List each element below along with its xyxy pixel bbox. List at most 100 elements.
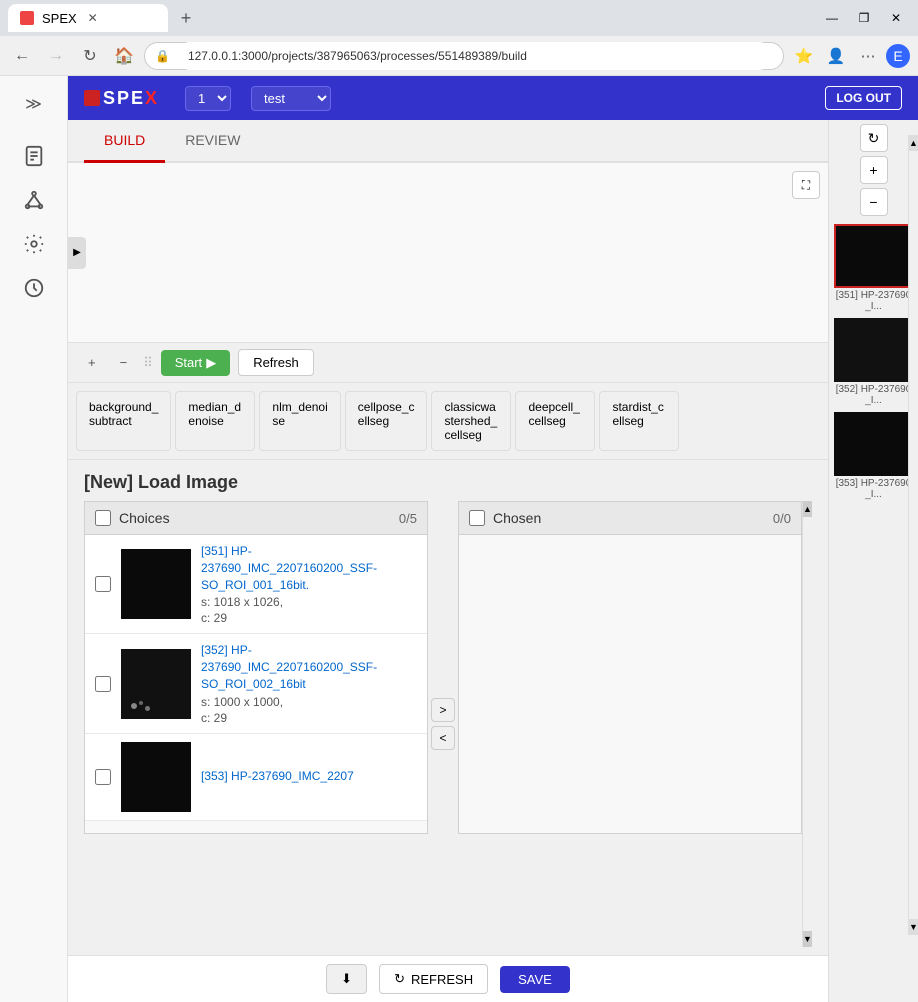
- item-info: [353] HP-237690_IMC_2207: [201, 768, 417, 785]
- content-inner: BUILD REVIEW ▶ ⛶ + − ⠿: [68, 120, 828, 1002]
- forward-button[interactable]: →: [42, 42, 70, 70]
- back-button[interactable]: ←: [8, 42, 36, 70]
- move-right-button[interactable]: >: [431, 698, 455, 722]
- node-item[interactable]: background_subtract: [76, 391, 171, 451]
- node-item[interactable]: classicwastershed_cellseg: [431, 391, 511, 451]
- node-item[interactable]: cellpose_cellseg: [345, 391, 428, 451]
- refresh-right-btn[interactable]: ↻: [860, 124, 888, 152]
- lock-icon: 🔒: [155, 49, 170, 63]
- scroll-up-btn[interactable]: ▲: [803, 501, 812, 517]
- save-button[interactable]: SAVE: [500, 966, 570, 993]
- item-name[interactable]: [351] HP-237690_IMC_2207160200_SSF-SO_RO…: [201, 543, 417, 593]
- item-checkbox[interactable]: [95, 676, 111, 692]
- address-bar-input-wrapper[interactable]: 🔒: [144, 42, 784, 70]
- browser-toolbar: ⭐ 👤 ⋯ E: [790, 42, 910, 70]
- outer-scrollbar: ▲ ▼: [908, 135, 918, 935]
- right-panel-item[interactable]: [352] HP-237690_I...: [834, 318, 914, 408]
- item-thumbnail: [121, 549, 191, 619]
- refresh-icon: ↻: [394, 971, 405, 987]
- choices-select-all-checkbox[interactable]: [95, 510, 111, 526]
- item-channels: c: 29: [201, 711, 417, 725]
- node-label: deepcell_cellseg: [528, 400, 579, 428]
- extensions-icon[interactable]: ⭐: [790, 42, 818, 70]
- download-button[interactable]: ⬇: [326, 964, 367, 994]
- node-item[interactable]: stardist_cellseg: [599, 391, 679, 451]
- panel-scrollbar: ▲ ▼: [802, 501, 812, 947]
- app-container: ≫ SPE X 1 t: [0, 76, 918, 1002]
- tab-bar-app: BUILD REVIEW: [68, 120, 828, 163]
- start-button[interactable]: Start ▶: [161, 350, 230, 376]
- chosen-panel-title: Chosen: [493, 510, 773, 526]
- node-item[interactable]: nlm_denoise: [259, 391, 340, 451]
- choices-panel-header: Choices 0/5: [84, 501, 428, 534]
- scrollable-content: ▶ ⛶ + − ⠿ Start ▶ Refresh: [68, 163, 828, 1002]
- zoom-in-right-btn[interactable]: +: [860, 156, 888, 184]
- choices-panel: Choices 0/5 [351] H: [84, 501, 428, 947]
- tab-review[interactable]: REVIEW: [165, 120, 260, 163]
- section-title: [New] Load Image: [68, 460, 828, 501]
- item-size: s: 1018 x 1026,: [201, 595, 417, 609]
- node-item[interactable]: median_denoise: [175, 391, 255, 451]
- close-button[interactable]: ✕: [882, 4, 910, 32]
- scroll-down-btn[interactable]: ▼: [803, 931, 812, 947]
- node-label: classicwastershed_cellseg: [444, 400, 497, 442]
- right-panel-controls: ↻ + −: [829, 120, 918, 220]
- choices-panel-title: Choices: [119, 510, 399, 526]
- menu-icon[interactable]: ⋯: [854, 42, 882, 70]
- item-filename: HP-237690_IMC_2207: [231, 769, 354, 783]
- right-thumb: [834, 318, 914, 382]
- drag-handle[interactable]: ⠿: [143, 355, 153, 371]
- right-panel-item[interactable]: [351] HP-237690_I...: [834, 224, 914, 314]
- profile-icon[interactable]: 👤: [822, 42, 850, 70]
- logo-icon: [84, 90, 100, 106]
- home-button: 🏠: [110, 42, 138, 70]
- version-select[interactable]: 1: [185, 86, 231, 111]
- zoom-out-right-btn[interactable]: −: [860, 188, 888, 216]
- start-label: Start: [175, 355, 202, 370]
- node-label: stardist_cellseg: [612, 400, 663, 428]
- item-id: [351]: [201, 544, 231, 558]
- chosen-select-all-checkbox[interactable]: [469, 510, 485, 526]
- node-item[interactable]: deepcell_cellseg: [515, 391, 595, 451]
- outer-scroll-up[interactable]: ▲: [909, 135, 918, 151]
- item-checkbox[interactable]: [95, 576, 111, 592]
- minimize-button[interactable]: —: [818, 4, 846, 32]
- sidebar-settings-icon[interactable]: [14, 224, 54, 264]
- logout-button[interactable]: LOG OUT: [825, 86, 902, 110]
- tab-build[interactable]: BUILD: [84, 120, 165, 163]
- url-input[interactable]: [176, 42, 773, 70]
- refresh-label: REFRESH: [411, 972, 473, 987]
- content-area: BUILD REVIEW ▶ ⛶ + − ⠿: [68, 120, 918, 1002]
- item-name[interactable]: [352] HP-237690_IMC_2207160200_SSF-SO_RO…: [201, 642, 417, 692]
- sidebar-network-icon[interactable]: [14, 180, 54, 220]
- maximize-button[interactable]: ❐: [850, 4, 878, 32]
- right-panel-item[interactable]: [353] HP-237690_I...: [834, 412, 914, 502]
- move-left-button[interactable]: <: [431, 726, 455, 750]
- add-node-button[interactable]: +: [80, 351, 104, 374]
- pipeline-toolbar: + − ⠿ Start ▶ Refresh: [68, 343, 828, 383]
- project-select[interactable]: test: [251, 86, 331, 111]
- browser-profile-avatar[interactable]: E: [886, 44, 910, 68]
- canvas-fullscreen-button[interactable]: ⛶: [792, 171, 820, 199]
- remove-node-button[interactable]: −: [112, 351, 136, 374]
- sidebar-history-icon[interactable]: [14, 268, 54, 308]
- outer-scroll-down[interactable]: ▼: [909, 919, 918, 935]
- new-tab-button[interactable]: +: [172, 4, 200, 32]
- window-controls: — ❐ ✕: [818, 4, 910, 32]
- app-header: SPE X 1 test LOG OUT: [68, 76, 918, 120]
- refresh-main-button[interactable]: ↻ REFRESH: [379, 964, 488, 994]
- reload-button[interactable]: ↻: [76, 42, 104, 70]
- item-name[interactable]: [353] HP-237690_IMC_2207: [201, 768, 417, 785]
- choices-panel-count: 0/5: [399, 511, 417, 526]
- item-checkbox[interactable]: [95, 769, 111, 785]
- chosen-panel: Chosen 0/0: [458, 501, 802, 947]
- item-id: [353]: [201, 769, 231, 783]
- refresh-pipeline-button[interactable]: Refresh: [238, 349, 314, 376]
- app-logo: SPE X: [84, 88, 157, 109]
- sidebar-document-icon[interactable]: [14, 136, 54, 176]
- canvas-toggle-arrow[interactable]: ▶: [68, 237, 86, 269]
- sidebar-expand-icon[interactable]: ≫: [14, 84, 54, 124]
- chosen-panel-header: Chosen 0/0: [458, 501, 802, 534]
- tab-close-btn[interactable]: ✕: [85, 10, 101, 26]
- browser-tab[interactable]: SPEX ✕: [8, 4, 168, 32]
